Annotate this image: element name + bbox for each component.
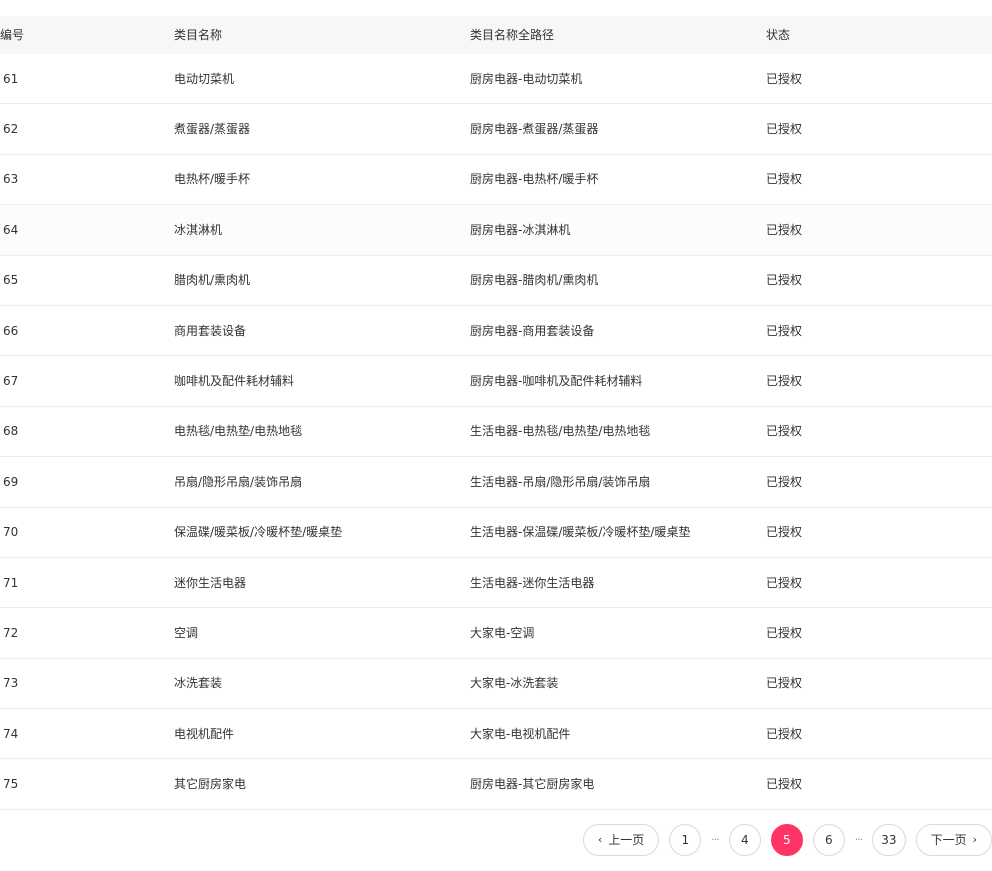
cell-id: 63 (3, 172, 19, 187)
cell-status: 已授权 (766, 122, 803, 137)
prev-page-button[interactable]: ‹ 上一页 (582, 823, 660, 856)
next-page-label: 下一页 (930, 833, 967, 847)
table-row: 67 咖啡机及配件耗材辅料 厨房电器-咖啡机及配件耗材辅料 已授权 (0, 356, 992, 407)
table-row: 65 腊肉机/熏肉机 厨房电器-腊肉机/熏肉机 已授权 (0, 256, 992, 306)
page-button-4[interactable]: 4 (728, 823, 761, 856)
cell-name: 冰洗套装 (174, 676, 223, 691)
table-header: 编号 类目名称 类目名称全路径 状态 (0, 16, 992, 54)
chevron-left-icon: ‹ (597, 833, 603, 846)
cell-id: 69 (3, 474, 19, 489)
table-row: 72 空调 大家电-空调 已授权 (0, 608, 992, 659)
cell-path: 厨房电器-电动切菜机 (470, 71, 583, 86)
cell-status: 已授权 (766, 71, 803, 86)
cell-status: 已授权 (766, 222, 803, 237)
cell-name: 商用套装设备 (174, 323, 247, 338)
cell-path: 厨房电器-商用套装设备 (470, 323, 595, 338)
header-name: 类目名称 (174, 28, 223, 42)
cell-name: 腊肉机/熏肉机 (174, 273, 251, 288)
cell-path: 厨房电器-腊肉机/熏肉机 (470, 273, 599, 288)
pagination: ‹ 上一页 1 ··· 4 5 6 ··· 33 下一页 › (573, 823, 992, 856)
cell-name: 电热杯/暖手杯 (174, 172, 251, 187)
cell-path: 生活电器-电热毯/电热垫/电热地毯 (470, 424, 651, 439)
table-row: 75 其它厨房家电 厨房电器-其它厨房家电 已授权 (0, 759, 992, 810)
cell-status: 已授权 (766, 474, 803, 489)
header-id: 编号 (0, 28, 25, 42)
cell-path: 大家电-冰洗套装 (470, 676, 559, 691)
cell-name: 冰淇淋机 (174, 222, 223, 237)
page-button-5-current[interactable]: 5 (770, 823, 803, 856)
cell-id: 68 (3, 424, 19, 439)
page-button-33[interactable]: 33 (872, 823, 906, 856)
table-row: 70 保温碟/暖菜板/冷暖杯垫/暖桌垫 生活电器-保温碟/暖菜板/冷暖杯垫/暖桌垫 已… (0, 508, 992, 558)
cell-status: 已授权 (766, 323, 803, 338)
cell-path: 厨房电器-煮蛋器/蒸蛋器 (470, 122, 599, 137)
chevron-right-icon: › (972, 833, 977, 846)
header-status: 状态 (766, 28, 791, 42)
cell-status: 已授权 (766, 424, 803, 439)
cell-id: 64 (3, 222, 19, 237)
cell-id: 70 (3, 525, 19, 540)
cell-status: 已授权 (766, 374, 803, 389)
cell-status: 已授权 (766, 726, 803, 741)
cell-path: 厨房电器-电热杯/暖手杯 (470, 172, 599, 187)
table-row: 73 冰洗套装 大家电-冰洗套装 已授权 (0, 659, 992, 710)
cell-path: 生活电器-吊扇/隐形吊扇/装饰吊扇 (470, 474, 651, 489)
cell-id: 75 (3, 777, 19, 792)
table-row: 61 电动切菜机 厨房电器-电动切菜机 已授权 (0, 54, 992, 105)
table-row: 63 电热杯/暖手杯 厨房电器-电热杯/暖手杯 已授权 (0, 155, 992, 206)
cell-path: 厨房电器-咖啡机及配件耗材辅料 (470, 374, 643, 389)
next-page-button[interactable]: 下一页 › (915, 823, 992, 856)
cell-name: 吊扇/隐形吊扇/装饰吊扇 (174, 474, 303, 489)
cell-name: 咖啡机及配件耗材辅料 (174, 374, 295, 389)
table-row: 68 电热毯/电热垫/电热地毯 生活电器-电热毯/电热垫/电热地毯 已授权 (0, 407, 992, 458)
cell-name: 保温碟/暖菜板/冷暖杯垫/暖桌垫 (174, 525, 343, 540)
category-table: 编号 类目名称 类目名称全路径 状态 61 电动切菜机 厨房电器-电动切菜机 已授权 6… (0, 16, 992, 810)
cell-id: 72 (3, 625, 19, 640)
cell-status: 已授权 (766, 676, 803, 691)
cell-name: 电视机配件 (174, 726, 235, 741)
cell-name: 空调 (174, 625, 199, 640)
cell-path: 厨房电器-冰淇淋机 (470, 222, 571, 237)
cell-status: 已授权 (766, 525, 803, 540)
cell-id: 62 (3, 122, 19, 137)
cell-id: 67 (3, 374, 19, 389)
cell-id: 65 (3, 273, 19, 288)
cell-path: 大家电-电视机配件 (470, 726, 571, 741)
table-row: 69 吊扇/隐形吊扇/装饰吊扇 生活电器-吊扇/隐形吊扇/装饰吊扇 已授权 (0, 457, 992, 508)
page-button-6[interactable]: 6 (812, 823, 845, 856)
table-row: 74 电视机配件 大家电-电视机配件 已授权 (0, 709, 992, 760)
cell-id: 73 (3, 676, 19, 691)
table-row: 66 商用套装设备 厨房电器-商用套装设备 已授权 (0, 306, 992, 357)
cell-path: 厨房电器-其它厨房家电 (470, 777, 595, 792)
cell-status: 已授权 (766, 625, 803, 640)
cell-status: 已授权 (766, 172, 803, 187)
ellipsis-right: ··· (854, 833, 863, 846)
prev-page-label: 上一页 (608, 833, 645, 847)
cell-status: 已授权 (766, 273, 803, 288)
cell-id: 71 (3, 575, 19, 590)
table-body: 61 电动切菜机 厨房电器-电动切菜机 已授权 62 煮蛋器/蒸蛋器 厨房电器-煮蛋器/蒸蛋… (0, 54, 992, 810)
cell-status: 已授权 (766, 575, 803, 590)
cell-id: 61 (3, 71, 19, 86)
page-button-1[interactable]: 1 (669, 823, 702, 856)
header-path: 类目名称全路径 (470, 28, 555, 42)
cell-name: 电热毯/电热垫/电热地毯 (174, 424, 303, 439)
cell-name: 煮蛋器/蒸蛋器 (174, 122, 251, 137)
table-row: 71 迷你生活电器 生活电器-迷你生活电器 已授权 (0, 558, 992, 609)
cell-name: 其它厨房家电 (174, 777, 247, 792)
table-row: 64 冰淇淋机 厨房电器-冰淇淋机 已授权 (0, 205, 992, 256)
ellipsis-left: ··· (711, 833, 719, 846)
cell-name: 迷你生活电器 (174, 575, 247, 590)
cell-name: 电动切菜机 (174, 71, 235, 86)
cell-path: 生活电器-迷你生活电器 (470, 575, 595, 590)
cell-id: 66 (3, 323, 19, 338)
cell-path: 生活电器-保温碟/暖菜板/冷暖杯垫/暖桌垫 (470, 525, 691, 540)
cell-id: 74 (3, 726, 19, 741)
cell-status: 已授权 (766, 777, 803, 792)
cell-path: 大家电-空调 (470, 625, 535, 640)
table-row: 62 煮蛋器/蒸蛋器 厨房电器-煮蛋器/蒸蛋器 已授权 (0, 104, 992, 155)
